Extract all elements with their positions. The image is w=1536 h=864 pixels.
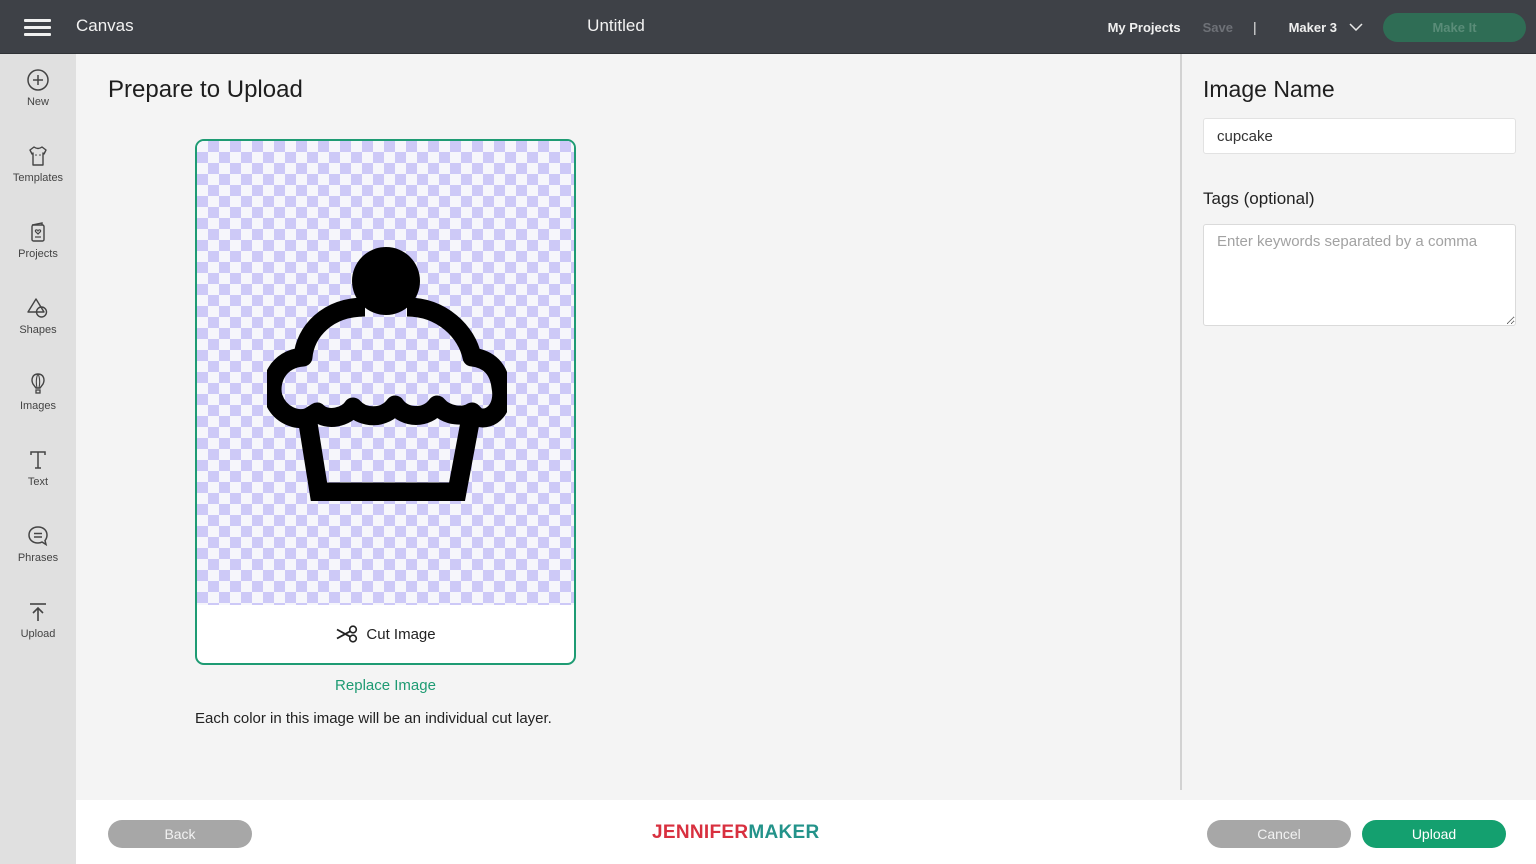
tags-label: Tags (optional) [1203, 189, 1315, 208]
make-it-button[interactable]: Make It [1383, 12, 1526, 42]
scissors-icon [336, 625, 358, 643]
text-icon [30, 451, 46, 469]
sidebar-item-shapes[interactable]: Shapes [0, 296, 76, 360]
sidebar-item-templates[interactable]: Templates [0, 144, 76, 208]
transparency-checkerboard [197, 141, 574, 605]
sidebar-item-images[interactable]: Images [0, 372, 76, 436]
image-name-heading: Image Name [1203, 76, 1335, 102]
save-button[interactable]: Save [1203, 20, 1233, 35]
cupcake-icon [267, 247, 507, 501]
topbar-divider: | [1252, 19, 1257, 35]
project-card-icon [31, 222, 45, 242]
sidebar-item-label: New [26, 96, 49, 108]
sidebar-item-phrases[interactable]: Phrases [0, 524, 76, 588]
sidebar-item-text[interactable]: Text [0, 448, 76, 512]
sidebar-item-new[interactable]: New [0, 68, 76, 132]
image-details-panel: Image Name Tags (optional) [1182, 54, 1536, 800]
sidebar-item-label: Projects [18, 248, 58, 260]
page-title: Prepare to Upload [108, 76, 303, 103]
shapes-icon [27, 298, 48, 318]
sidebar-item-label: Phrases [17, 552, 59, 564]
left-sidebar: New Templates Projects Shapes Images Tex… [0, 54, 76, 864]
tags-textarea[interactable] [1203, 224, 1516, 326]
brand-logo-part1: JENNIFER [652, 822, 749, 843]
hot-air-balloon-icon [31, 373, 45, 394]
sidebar-item-label: Shapes [19, 324, 57, 336]
upload-icon [30, 603, 46, 621]
back-button[interactable]: Back [108, 820, 252, 848]
cut-image-label: Cut Image [366, 625, 436, 643]
speech-bubble-icon [28, 526, 48, 547]
footer-bar: Back JENNIFERMAKER Cancel Upload [76, 800, 1536, 864]
document-title[interactable]: Untitled [587, 16, 645, 36]
sidebar-item-upload[interactable]: Upload [0, 600, 76, 664]
brand-logo: JENNIFERMAKER [652, 822, 820, 844]
image-name-input[interactable] [1203, 118, 1516, 154]
top-bar: Canvas Untitled My Projects Save | Maker… [0, 0, 1536, 54]
sidebar-item-projects[interactable]: Projects [0, 220, 76, 284]
tshirt-icon [29, 146, 47, 166]
sidebar-item-label: Upload [20, 628, 56, 640]
main-panel: Prepare to Upload Cut Image Replace Imag… [76, 54, 1180, 800]
machine-select[interactable]: Maker 3 [1289, 20, 1363, 35]
sidebar-item-label: Text [27, 476, 49, 488]
cut-layer-info-text: Each color in this image will be an indi… [195, 710, 552, 727]
plus-circle-icon [27, 69, 49, 91]
cut-image-option[interactable]: Cut Image [197, 605, 574, 663]
sidebar-item-label: Templates [12, 172, 64, 184]
upload-button[interactable]: Upload [1362, 820, 1506, 848]
sidebar-item-label: Images [19, 400, 57, 412]
chevron-down-icon [1349, 23, 1363, 31]
my-projects-link[interactable]: My Projects [1108, 20, 1181, 35]
brand-logo-part2: MAKER [748, 822, 820, 843]
cancel-button[interactable]: Cancel [1207, 820, 1351, 848]
image-preview-card: Cut Image [195, 139, 576, 665]
machine-label: Maker 3 [1288, 19, 1337, 35]
replace-image-link[interactable]: Replace Image [195, 677, 576, 694]
